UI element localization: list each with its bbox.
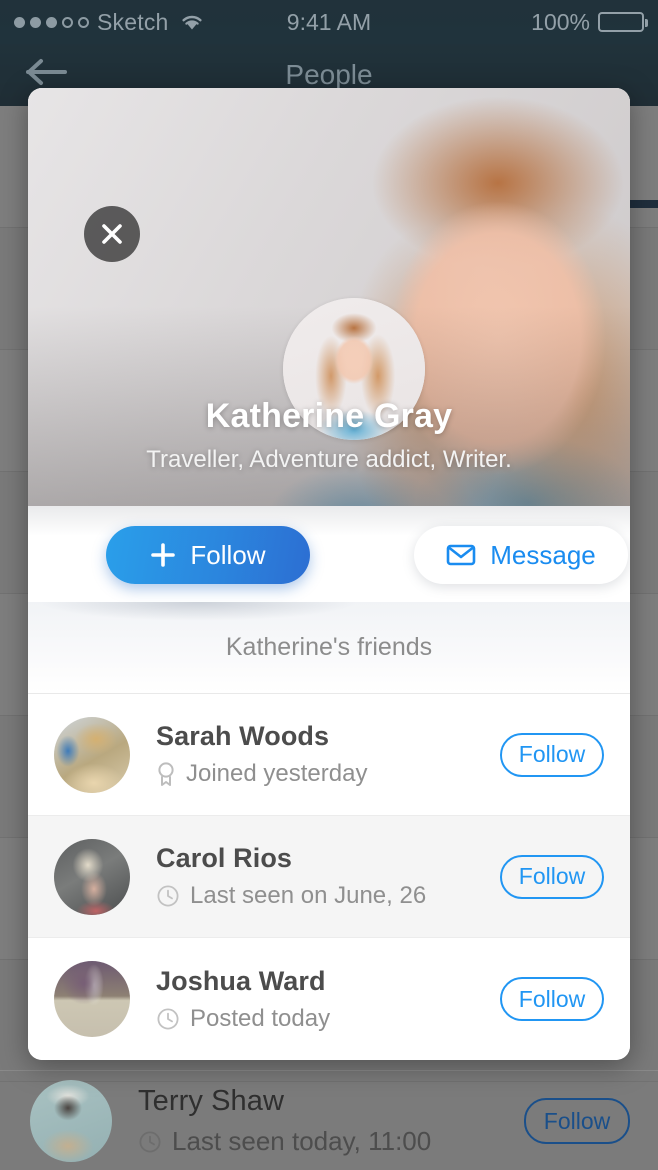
- friend-status: Joined yesterday: [156, 760, 500, 788]
- avatar-image: [54, 961, 130, 1037]
- friend-status: Posted today: [156, 1005, 500, 1033]
- profile-cover: Katherine Gray Traveller, Adventure addi…: [28, 88, 630, 506]
- close-icon: [99, 221, 125, 247]
- arrow-left-icon: [25, 57, 69, 87]
- list-item-text: Joshua Ward Posted today: [156, 966, 500, 1033]
- profile-actions: Follow Message: [28, 506, 630, 602]
- follow-button[interactable]: Follow: [500, 732, 604, 777]
- status-bar: Sketch 9:41 AM 100%: [0, 0, 658, 44]
- envelope-icon: [446, 543, 476, 567]
- friend-status-label: Posted today: [190, 1004, 331, 1032]
- plus-icon: [150, 542, 176, 568]
- list-item[interactable]: Terry Shaw Last seen today, 11:00 Follow: [0, 1072, 658, 1170]
- avatar: [30, 1080, 112, 1162]
- follow-button[interactable]: Follow: [106, 526, 310, 584]
- list-item[interactable]: Joshua Ward Posted today Follow: [28, 938, 630, 1060]
- friend-name: Sarah Woods: [156, 721, 330, 751]
- close-button[interactable]: [84, 206, 140, 262]
- profile-modal: Katherine Gray Traveller, Adventure addi…: [28, 88, 630, 1060]
- friends-section-title: Katherine's friends: [225, 633, 433, 661]
- friend-status: Last seen on June, 26: [156, 882, 500, 910]
- friend-name: Terry Shaw: [138, 1085, 285, 1117]
- list-item-text: Carol Rios Last seen on June, 26: [156, 843, 500, 910]
- follow-button-label: Follow: [190, 539, 266, 570]
- message-button[interactable]: Message: [414, 526, 628, 584]
- profile-identity: Katherine Gray Traveller, Adventure addi…: [28, 397, 630, 474]
- follow-button[interactable]: Follow: [500, 977, 604, 1021]
- avatar: [54, 716, 130, 793]
- clock-label: 9:41 AM: [286, 8, 372, 35]
- follow-button[interactable]: Follow: [500, 854, 604, 899]
- phone-screen: Sketch 9:41 AM 100% People Katherine Gra…: [0, 0, 658, 1170]
- back-button[interactable]: [24, 52, 70, 92]
- avatar-image: [54, 838, 130, 915]
- battery-icon: [598, 12, 648, 32]
- avatar: [54, 838, 130, 915]
- friend-status-label: Last seen on June, 26: [190, 882, 427, 909]
- list-divider: [0, 1070, 658, 1071]
- friend-name: Carol Rios: [156, 843, 293, 873]
- avatar-image: [30, 1080, 112, 1162]
- friend-status-label: Joined yesterday: [186, 760, 368, 787]
- profile-tagline: Traveller, Adventure addict, Writer.: [146, 446, 512, 473]
- follow-button[interactable]: Follow: [524, 1098, 630, 1144]
- list-item[interactable]: Carol Rios Last seen on June, 26 Follow: [28, 816, 630, 938]
- clock-icon: [156, 1007, 180, 1031]
- friend-status-label: Last seen today, 11:00: [172, 1126, 432, 1156]
- friend-name: Joshua Ward: [156, 965, 326, 996]
- avatar: [54, 961, 130, 1037]
- award-icon: [156, 761, 176, 787]
- clock-icon: [138, 1130, 162, 1154]
- friends-section-header: Katherine's friends: [28, 602, 630, 694]
- clock-icon: [156, 884, 180, 908]
- list-item-text: Sarah Woods Joined yesterday: [156, 721, 500, 788]
- list-item-text: Terry Shaw Last seen today, 11:00: [138, 1085, 524, 1157]
- message-button-label: Message: [490, 539, 596, 570]
- page-title: People: [285, 59, 373, 90]
- list-item[interactable]: Sarah Woods Joined yesterday Follow: [28, 694, 630, 816]
- friend-status: Last seen today, 11:00: [138, 1126, 524, 1157]
- profile-name: Katherine Gray: [205, 397, 453, 435]
- avatar-image: [54, 716, 130, 793]
